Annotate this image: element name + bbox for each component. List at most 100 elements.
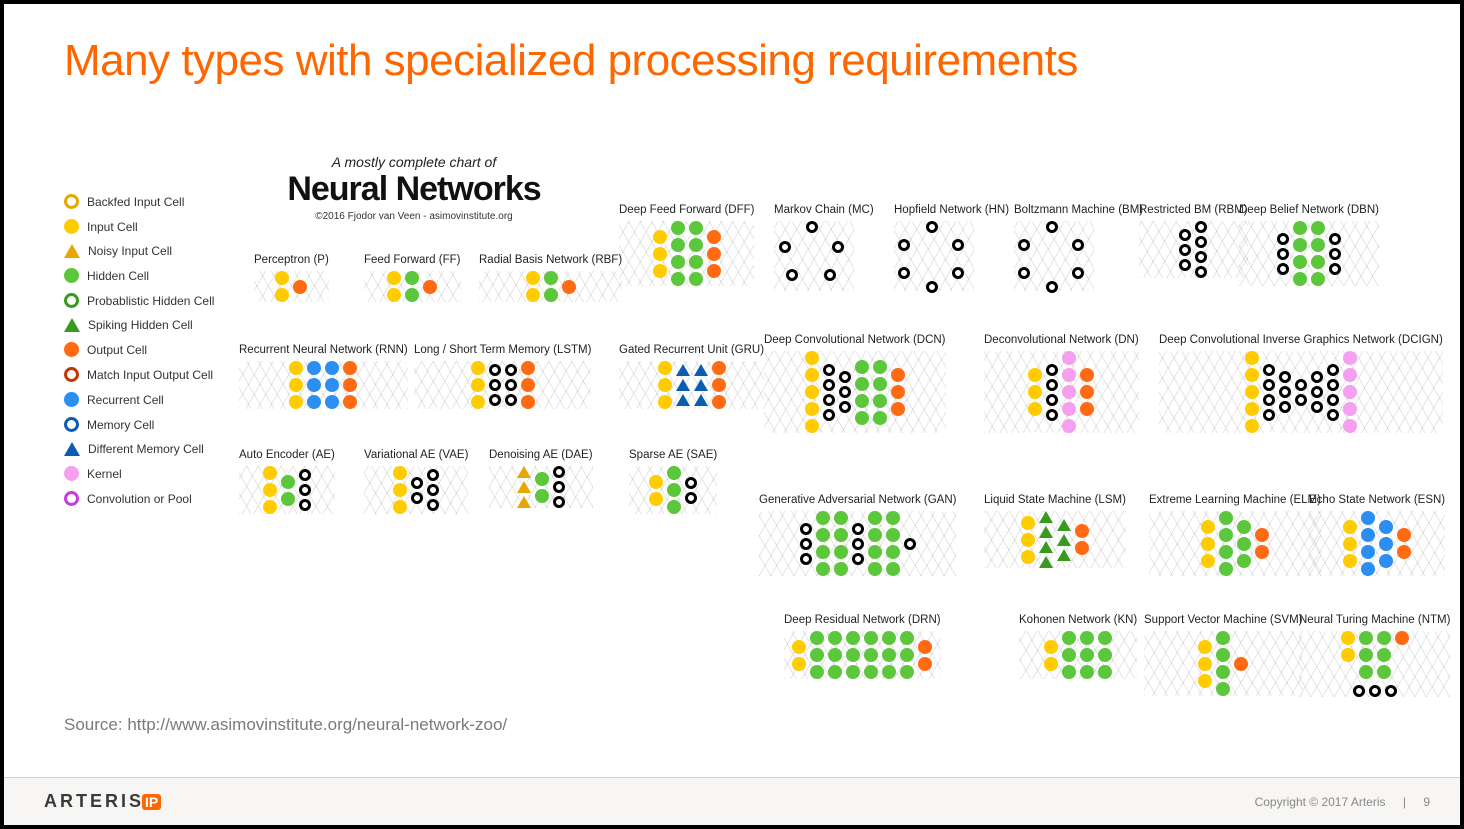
net-dcn: Deep Convolutional Network (DCN) — [764, 334, 946, 433]
net-label: Deep Convolutional Inverse Graphics Netw… — [1159, 334, 1443, 346]
net-ntm: Neural Turing Machine (NTM) — [1299, 614, 1450, 697]
net-label: Radial Basis Network (RBF) — [479, 254, 622, 266]
net-label: Echo State Network (ESN) — [1309, 494, 1445, 506]
legend-item: Hidden Cell — [64, 268, 244, 283]
net-label: Denoising AE (DAE) — [489, 449, 593, 461]
source-line: Source: http://www.asimovinstitute.org/n… — [64, 715, 507, 735]
net-rnn: Recurrent Neural Network (RNN) — [239, 344, 408, 409]
legend-label: Spiking Hidden Cell — [88, 318, 193, 332]
legend-label: Input Cell — [87, 220, 138, 234]
net-sae: Sparse AE (SAE) — [629, 449, 717, 514]
net-label: Generative Adversarial Network (GAN) — [759, 494, 956, 506]
net-label: Variational AE (VAE) — [364, 449, 468, 461]
different-memory-cell-icon — [64, 442, 80, 456]
net-label: Neural Turing Machine (NTM) — [1299, 614, 1450, 626]
net-label: Restricted BM (RBM) — [1139, 204, 1248, 216]
net-kn: Kohonen Network (KN) — [1019, 614, 1137, 679]
net-gan: Generative Adversarial Network (GAN) — [759, 494, 956, 576]
chart-subtitle: A mostly complete chart of — [234, 154, 594, 170]
legend-label: Noisy Input Cell — [88, 244, 172, 258]
brand-logo: ARTERISIP — [44, 791, 161, 812]
brand-suffix: IP — [142, 794, 161, 810]
input-cell-icon — [64, 219, 79, 234]
legend-item: Match Input Output Cell — [64, 367, 244, 382]
legend-item: Probablistic Hidden Cell — [64, 293, 244, 308]
slide-frame: Many types with specialized processing r… — [0, 0, 1464, 829]
net-esn: Echo State Network (ESN) — [1309, 494, 1445, 576]
net-label: Feed Forward (FF) — [364, 254, 461, 266]
slide-title: Many types with specialized processing r… — [4, 4, 1460, 86]
legend-item: Output Cell — [64, 342, 244, 357]
net-perceptron: Perceptron (P) — [254, 254, 329, 302]
net-rbf: Radial Basis Network (RBF) — [479, 254, 622, 302]
legend-label: Hidden Cell — [87, 269, 149, 283]
net-label: Hopfield Network (HN) — [894, 204, 1009, 216]
hidden-cell-icon — [64, 268, 79, 283]
legend-label: Probablistic Hidden Cell — [87, 294, 214, 308]
slide-content: A mostly complete chart of Neural Networ… — [64, 154, 1420, 735]
net-label: Markov Chain (MC) — [774, 204, 874, 216]
source-label: Source: — [64, 715, 127, 734]
net-lstm: Long / Short Term Memory (LSTM) — [414, 344, 591, 409]
legend: Backfed Input Cell Input Cell Noisy Inpu… — [64, 194, 244, 516]
net-mc: Markov Chain (MC) — [774, 204, 874, 291]
net-hn: Hopfield Network (HN) — [894, 204, 1009, 291]
net-label: Perceptron (P) — [254, 254, 329, 266]
match-io-cell-icon — [64, 367, 79, 382]
probabilistic-hidden-cell-icon — [64, 293, 79, 308]
legend-label: Memory Cell — [87, 418, 154, 432]
net-gru: Gated Recurrent Unit (GRU) — [619, 344, 764, 409]
net-label: Auto Encoder (AE) — [239, 449, 335, 461]
legend-label: Convolution or Pool — [87, 492, 192, 506]
legend-label: Backfed Input Cell — [87, 195, 184, 209]
legend-item: Spiking Hidden Cell — [64, 318, 244, 332]
output-cell-icon — [64, 342, 79, 357]
spiking-hidden-cell-icon — [64, 318, 80, 332]
copyright-block: Copyright © 2017 Arteris | 9 — [1255, 795, 1430, 809]
chart-credit: ©2016 Fjodor van Veen - asimovinstitute.… — [234, 211, 594, 222]
copyright-text: Copyright © 2017 Arteris — [1255, 795, 1386, 809]
net-svm: Support Vector Machine (SVM) — [1144, 614, 1303, 696]
net-lsm: Liquid State Machine (LSM) — [984, 494, 1126, 568]
net-dcign: Deep Convolutional Inverse Graphics Netw… — [1159, 334, 1443, 433]
net-drn: Deep Residual Network (DRN) — [784, 614, 941, 679]
net-dae: Denoising AE (DAE) — [489, 449, 593, 508]
net-ae: Auto Encoder (AE) — [239, 449, 335, 514]
net-label: Kohonen Network (KN) — [1019, 614, 1137, 626]
net-label: Long / Short Term Memory (LSTM) — [414, 344, 591, 356]
legend-label: Kernel — [87, 467, 122, 481]
net-label: Deep Feed Forward (DFF) — [619, 204, 754, 216]
legend-item: Backfed Input Cell — [64, 194, 244, 209]
net-bm: Boltzmann Machine (BM) — [1014, 204, 1143, 291]
net-vae: Variational AE (VAE) — [364, 449, 468, 514]
legend-item: Memory Cell — [64, 417, 244, 432]
brand-text: ARTERIS — [44, 791, 144, 811]
net-label: Recurrent Neural Network (RNN) — [239, 344, 408, 356]
legend-label: Output Cell — [87, 343, 147, 357]
recurrent-cell-icon — [64, 392, 79, 407]
legend-label: Recurrent Cell — [87, 393, 164, 407]
net-feedforward: Feed Forward (FF) — [364, 254, 461, 302]
legend-item: Different Memory Cell — [64, 442, 244, 456]
legend-item: Input Cell — [64, 219, 244, 234]
net-dn: Deconvolutional Network (DN) — [984, 334, 1139, 433]
net-label: Deep Convolutional Network (DCN) — [764, 334, 946, 346]
legend-item: Recurrent Cell — [64, 392, 244, 407]
legend-item: Noisy Input Cell — [64, 244, 244, 258]
slide-footer: ARTERISIP Copyright © 2017 Arteris | 9 — [4, 777, 1460, 825]
net-label: Gated Recurrent Unit (GRU) — [619, 344, 764, 356]
chart-header: A mostly complete chart of Neural Networ… — [234, 154, 594, 222]
page-number: 9 — [1423, 795, 1430, 809]
net-label: Sparse AE (SAE) — [629, 449, 717, 461]
legend-label: Match Input Output Cell — [87, 368, 213, 382]
net-label: Deep Residual Network (DRN) — [784, 614, 941, 626]
kernel-icon — [64, 466, 79, 481]
noisy-input-cell-icon — [64, 244, 80, 258]
net-label: Support Vector Machine (SVM) — [1144, 614, 1303, 626]
chart-title: Neural Networks — [234, 170, 594, 209]
source-url: http://www.asimovinstitute.org/neural-ne… — [127, 715, 507, 734]
net-elm: Extreme Learning Machine (ELM) — [1149, 494, 1321, 576]
net-label: Extreme Learning Machine (ELM) — [1149, 494, 1321, 506]
net-dff: Deep Feed Forward (DFF) — [619, 204, 754, 286]
net-label: Liquid State Machine (LSM) — [984, 494, 1126, 506]
